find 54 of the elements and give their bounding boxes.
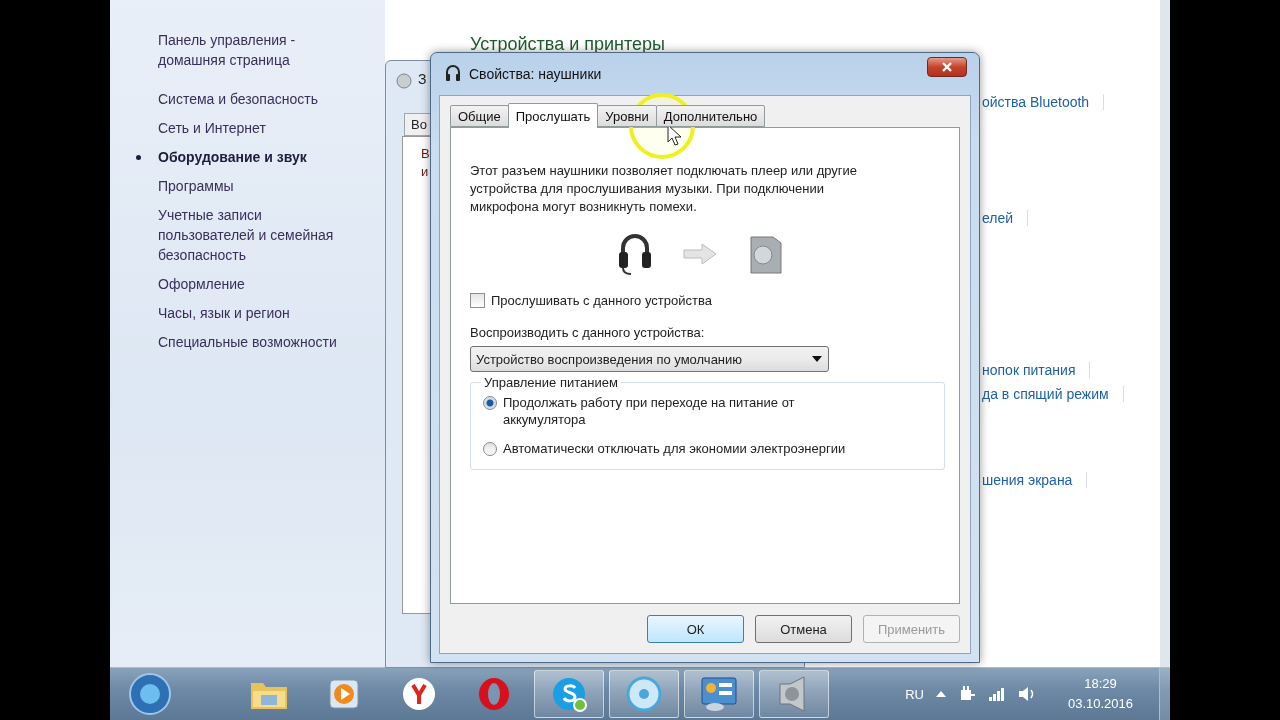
taskbar-button[interactable] — [534, 670, 604, 718]
description-text: Этот разъем наушники позволяет подключать плеер или другие устройства для прослушивания музыки. При подключении микрофона могут возникнуть помехи. — [470, 162, 859, 216]
tab[interactable]: Прослушать — [507, 103, 599, 128]
control-panel-icon — [699, 675, 739, 713]
taskbar-button[interactable] — [684, 670, 754, 718]
tab[interactable]: Общие — [450, 105, 509, 127]
opera-icon — [476, 676, 512, 712]
task-link[interactable]: нопок питания — [982, 362, 1091, 378]
arrow-icon — [682, 243, 717, 265]
sidebar-link[interactable]: Учетные записи пользователей и семейная безопасность — [158, 205, 334, 265]
clock[interactable]: 18:29 03.10.2016 — [1067, 674, 1133, 714]
listen-checkbox[interactable]: Прослушивать с данного устройства — [470, 292, 712, 309]
sidebar-link[interactable]: Программы — [158, 176, 234, 196]
close-icon — [942, 62, 952, 72]
caret-icon — [812, 356, 822, 362]
playback-device-dropdown[interactable]: Устройство воспроизведения по умолчанию — [470, 346, 829, 372]
sidebar-link[interactable]: Система и безопасность — [158, 89, 318, 109]
device-text: В — [421, 145, 430, 163]
dialog-title: Свойства: наушники — [469, 66, 603, 82]
taskbar-button[interactable] — [759, 670, 829, 718]
power-option[interactable]: Продолжать работу при переходе на питание от аккумулятора — [483, 394, 932, 428]
window-title: З — [418, 71, 427, 87]
radio-button[interactable] — [483, 442, 497, 456]
taskbar-button[interactable] — [609, 670, 679, 718]
field-label: Воспроизводить с данного устройства: — [470, 325, 705, 340]
tab[interactable]: Уровни — [597, 105, 657, 127]
close-button[interactable] — [927, 57, 967, 77]
sidebar-link[interactable]: Часы, язык и регион — [158, 303, 290, 323]
dialog-button[interactable]: ОК — [647, 615, 744, 643]
sidebar-link[interactable]: Панель управления - домашняя страница — [158, 30, 296, 70]
disc-icon — [624, 674, 664, 714]
sidebar-link[interactable]: Оборудование и звук — [158, 147, 307, 167]
task-link[interactable]: елей — [982, 210, 1029, 226]
task-link[interactable]: шения экрана — [982, 472, 1088, 488]
tab[interactable]: Дополнительно — [655, 105, 766, 127]
dialog-button[interactable]: Отмена — [755, 615, 852, 643]
volume-icon[interactable] — [1017, 686, 1036, 702]
device-text: и — [421, 163, 429, 181]
start-button[interactable] — [128, 672, 172, 716]
sidebar-link[interactable]: Специальные возможности — [158, 332, 337, 352]
signal-icon[interactable] — [987, 687, 1006, 701]
section-heading: Устройства и принтеры — [470, 34, 665, 54]
task-link[interactable]: да в спящий режим — [982, 386, 1124, 402]
power-option[interactable]: Автоматически отключать для экономии электроэнергии — [483, 440, 932, 457]
task-link[interactable]: ойства Bluetooth — [982, 94, 1105, 110]
group-label: Управление питанием — [483, 375, 619, 390]
sidebar-link[interactable]: Сеть и Интернет — [158, 118, 266, 138]
sidebar-link[interactable]: Оформление — [158, 274, 245, 294]
yandex-browser-icon — [401, 676, 437, 712]
headset-icon — [445, 64, 461, 84]
headset-icon — [616, 232, 653, 276]
language-indicator[interactable]: RU — [905, 686, 924, 702]
radio-button[interactable] — [483, 396, 497, 410]
caret-icon[interactable] — [935, 691, 946, 697]
